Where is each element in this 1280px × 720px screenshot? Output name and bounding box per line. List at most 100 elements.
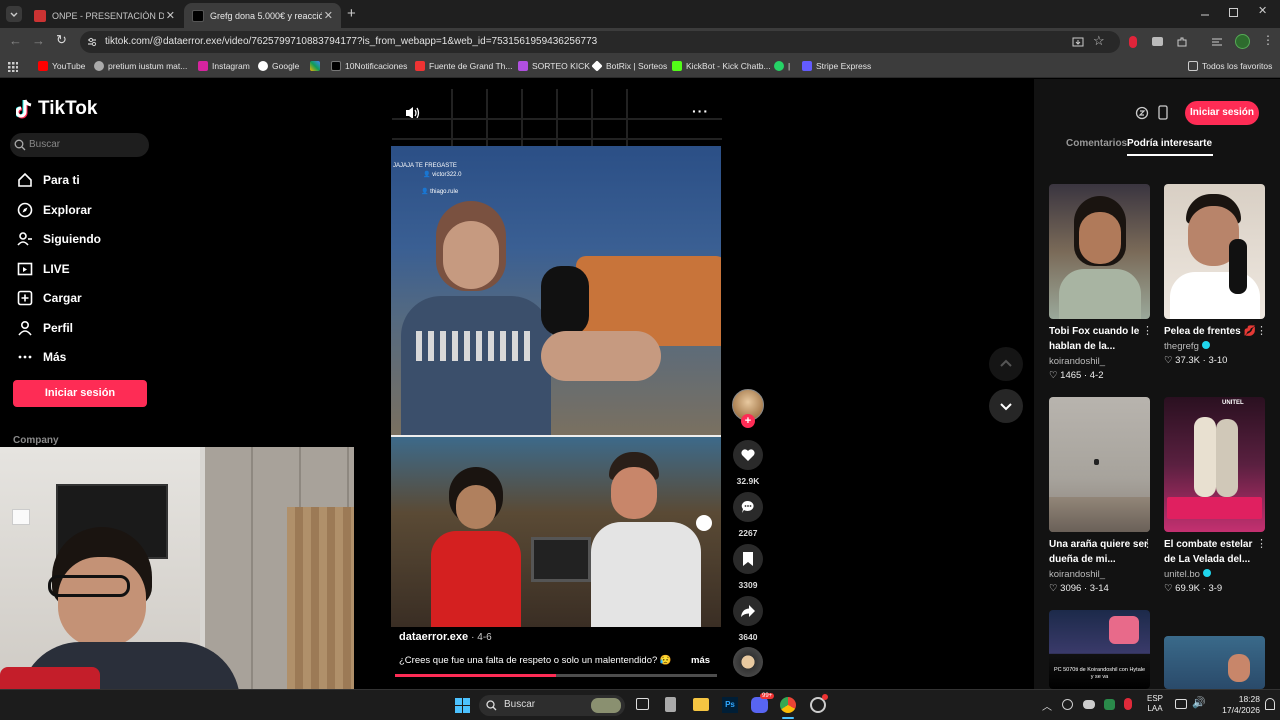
music-disc-icon[interactable] — [733, 647, 763, 677]
recommended-video-card[interactable]: Una araña quiere ser dueña de mi... koir… — [1049, 397, 1150, 594]
tab-comments[interactable]: Comentarios — [1066, 138, 1127, 149]
photoshop-icon[interactable]: Ps — [722, 697, 738, 713]
tray-icon-3[interactable] — [1104, 699, 1115, 710]
browser-toolbar: ← → ↻ tiktok.com/@dataerror.exe/video/76… — [0, 28, 1280, 56]
language-indicator[interactable]: ESP LAA — [1147, 694, 1163, 714]
file-explorer-icon[interactable] — [693, 698, 709, 711]
all-bookmarks-folder[interactable]: Todos los favoritos — [1188, 61, 1272, 71]
bookmark-fuente[interactable]: Fuente de Grand Th... — [415, 61, 512, 71]
back-icon[interactable]: ← — [9, 33, 22, 48]
bookmark-x[interactable]: 10Notificaciones — [331, 61, 407, 71]
recommended-video-card-partial[interactable]: PC 5070ti de Koirandoshil con Hytale y s… — [1049, 610, 1150, 689]
recommended-video-card[interactable]: Pelea de frentes 💋 thegrefg ♡ 37.3K · 3-… — [1164, 184, 1265, 366]
video-author[interactable]: dataerror.exe · 4-6 — [399, 631, 492, 643]
card-options-icon[interactable]: ⋮ — [1142, 324, 1153, 337]
recommended-video-card[interactable]: Tobi Fox cuando le hablan de la... koira… — [1049, 184, 1150, 381]
video-frame-bottom[interactable] — [391, 437, 721, 627]
company-label[interactable]: Company — [13, 435, 59, 446]
bookmark-google[interactable]: Google — [258, 61, 299, 71]
save-button[interactable] — [733, 544, 763, 574]
apps-grid-icon[interactable] — [8, 62, 18, 72]
nav-profile[interactable]: Perfil — [16, 319, 73, 337]
panel-login-button[interactable]: Iniciar sesión — [1185, 101, 1259, 125]
previous-video-button[interactable] — [989, 347, 1023, 381]
sidebar-login-button[interactable]: Iniciar sesión — [13, 380, 147, 407]
taskbar-search-input[interactable]: Buscar — [504, 699, 535, 710]
share-button[interactable] — [733, 596, 763, 626]
tab-search-button[interactable] — [6, 6, 22, 22]
card-options-icon[interactable]: ⋮ — [1142, 537, 1153, 550]
tray-overflow-icon[interactable]: ︿ — [1042, 698, 1052, 713]
search-box[interactable]: Buscar — [10, 133, 149, 157]
tiktok-logo[interactable]: TikTok — [16, 98, 97, 120]
address-bar[interactable]: tiktok.com/@dataerror.exe/video/76257997… — [80, 31, 1120, 53]
tray-icon-2[interactable] — [1083, 700, 1095, 709]
close-tab-icon[interactable]: ✕ — [166, 9, 175, 22]
chrome-icon[interactable] — [780, 697, 796, 713]
bookmark-botrix[interactable]: BotRix | Sorteos — [591, 60, 667, 72]
forward-icon[interactable]: → — [32, 33, 45, 48]
profile-avatar[interactable] — [1235, 34, 1250, 49]
video-thumbnail — [1049, 397, 1150, 532]
nav-upload[interactable]: Cargar — [16, 289, 82, 307]
video-progress-bar[interactable] — [395, 674, 717, 677]
nav-following[interactable]: Siguiendo — [16, 230, 101, 248]
bookmark-stripe[interactable]: Stripe Express — [802, 61, 871, 71]
extensions-puzzle-icon[interactable] — [1176, 36, 1188, 48]
close-tab-icon[interactable]: ✕ — [324, 9, 333, 22]
recommended-video-card[interactable]: UNITEL El combate estelar de La Velada d… — [1164, 397, 1265, 594]
clock[interactable]: 18:28 17/4/2026 — [1222, 694, 1260, 716]
windows-start-icon[interactable] — [455, 698, 470, 713]
nav-explore[interactable]: Explorar — [16, 201, 92, 219]
close-window-icon[interactable]: ✕ — [1258, 4, 1267, 17]
device-icon[interactable] — [1157, 105, 1169, 121]
discord-icon[interactable] — [751, 697, 768, 713]
bookmark-star-icon[interactable]: ☆ — [1093, 33, 1105, 49]
extension-card-icon[interactable] — [1152, 37, 1163, 46]
site-info-icon[interactable] — [86, 36, 98, 48]
search-input[interactable]: Buscar — [29, 139, 60, 150]
tab-might-interest[interactable]: Podría interesarte — [1127, 138, 1212, 149]
caption-more-link[interactable]: más — [691, 655, 710, 666]
nav-for-you[interactable]: Para ti — [16, 171, 80, 189]
bookmark-whatsapp[interactable]: | — [774, 61, 790, 71]
next-video-button[interactable] — [989, 389, 1023, 423]
extension-red-icon[interactable] — [1129, 36, 1137, 48]
share-arrow-icon — [741, 605, 755, 617]
like-button[interactable] — [733, 440, 763, 470]
network-icon[interactable] — [1175, 699, 1187, 709]
nav-more[interactable]: Más — [16, 348, 66, 366]
tray-icon-1[interactable] — [1062, 699, 1073, 710]
taskbar-search-box[interactable]: Buscar — [479, 695, 625, 716]
task-view-icon[interactable] — [636, 698, 649, 710]
recommended-video-card-partial[interactable] — [1164, 636, 1265, 689]
card-options-icon[interactable]: ⋮ — [1256, 324, 1267, 337]
card-options-icon[interactable]: ⋮ — [1256, 537, 1267, 550]
notifications-bell-icon[interactable] — [1265, 698, 1275, 710]
restore-window-icon[interactable] — [1229, 8, 1238, 17]
bookmark-kickbot[interactable]: KickBot - Kick Chatb... — [672, 61, 771, 71]
new-tab-button[interactable]: + — [347, 5, 356, 22]
coin-icon[interactable] — [1135, 106, 1149, 120]
widget-app-icon[interactable] — [665, 697, 676, 712]
browser-menu-icon[interactable]: ⋮ — [1262, 33, 1274, 47]
video-frame-top[interactable]: JAJAJA TE FREGASTE 👤 victor322.0 👤 thiag… — [391, 146, 721, 436]
browser-tab-onpe[interactable]: ONPE - PRESENTACIÓN DE RES ✕ — [26, 3, 183, 28]
bookmark-instagram[interactable]: Instagram — [198, 61, 250, 71]
reading-list-icon[interactable] — [1211, 36, 1223, 48]
tab-title: ONPE - PRESENTACIÓN DE RES — [52, 10, 164, 21]
follow-plus-icon[interactable]: + — [741, 414, 755, 428]
comment-button[interactable] — [733, 492, 763, 522]
reload-icon[interactable]: ↻ — [56, 32, 67, 48]
profile-icon — [16, 319, 34, 337]
bookmark-colorful[interactable] — [310, 61, 324, 71]
minimize-window-icon[interactable] — [1200, 6, 1210, 16]
volume-tray-icon[interactable]: 🔊 — [1192, 696, 1206, 709]
bookmark-sorteo-kick[interactable]: SORTEO KICK — [518, 61, 590, 71]
bookmark-youtube[interactable]: YouTube — [38, 61, 85, 71]
bookmark-pretium[interactable]: pretium iustum mat... — [94, 61, 187, 71]
browser-tab-tiktok[interactable]: Grefg dona 5.000€ y reacción d ✕ — [184, 3, 341, 28]
nav-live[interactable]: LIVE — [16, 260, 70, 278]
tray-icon-4[interactable] — [1124, 698, 1132, 710]
install-app-icon[interactable] — [1072, 36, 1084, 48]
